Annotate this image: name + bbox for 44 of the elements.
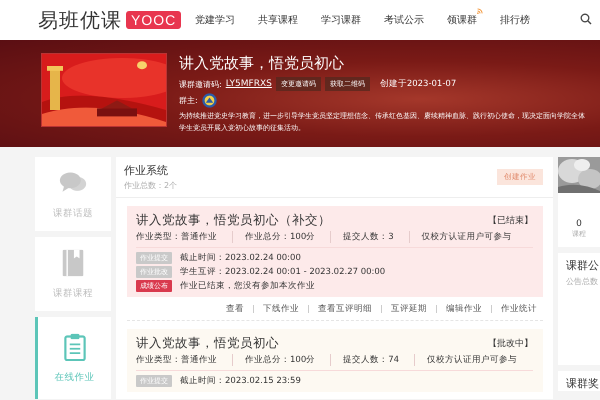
- assignment-meta: 仅校方认证用户可参与: [422, 231, 513, 243]
- nav-link[interactable]: 排行榜: [500, 13, 530, 27]
- action-link[interactable]: 作业统计: [501, 303, 537, 315]
- invite-code: LY5MFRXS: [226, 79, 272, 89]
- action-link[interactable]: 下线作业: [263, 303, 299, 315]
- assignment-meta: 作业总分：100分: [245, 231, 332, 243]
- action-link[interactable]: 互评延期: [391, 303, 427, 315]
- search-icon[interactable]: [580, 13, 592, 25]
- owner-label: 群主:: [179, 95, 198, 106]
- section-title: 课群公: [565, 258, 600, 273]
- action-link[interactable]: 查看: [226, 303, 244, 315]
- action-link[interactable]: 编辑作业: [446, 303, 482, 315]
- assignment-status: 【批改中】: [488, 338, 533, 350]
- notice-count: 公告总数: [565, 276, 599, 287]
- step-text: 截止时间：2023.02.15 23:59: [180, 375, 301, 387]
- panel-title: 作业系统: [124, 163, 169, 178]
- assignment-count: 作业总数：2个: [124, 180, 178, 191]
- created-date: 创建于2023-01-07: [380, 78, 456, 90]
- assignment-meta: 作业类型：普通作业: [136, 231, 233, 243]
- assignment-status: 【已结束】: [488, 214, 533, 227]
- logo-badge[interactable]: YOOC: [126, 11, 182, 29]
- course-title: 讲入党故事，悟党员初心: [179, 54, 345, 73]
- nav-link[interactable]: 考试公示: [384, 13, 424, 27]
- assignment-title[interactable]: 讲入党故事，悟党员初心（补交）: [136, 212, 331, 229]
- action-link[interactable]: 查看互评明细: [318, 303, 372, 315]
- invite-label: 课群邀请码:: [179, 78, 222, 90]
- nav-link[interactable]: 共享课程: [258, 13, 298, 27]
- step-text: 学生互评：2023.02.24 00:01 - 2023.02.27 00:00: [180, 266, 386, 278]
- logo-text[interactable]: 易班优课: [38, 6, 122, 34]
- assignment-meta: 仅校方认证用户可参与: [427, 354, 518, 366]
- assignment-meta: 提交人数：3: [343, 231, 410, 243]
- nav-link[interactable]: 领课群: [447, 13, 478, 27]
- assignment-meta: 作业总分：100分: [245, 354, 332, 366]
- nav-link[interactable]: 学习课群: [321, 13, 362, 27]
- assignment-meta: 作业类型：普通作业: [136, 354, 233, 366]
- signal-icon: [477, 8, 484, 14]
- avatar-icon[interactable]: [202, 93, 217, 108]
- section-title: 课群奖: [565, 376, 600, 391]
- assignment-title[interactable]: 讲入党故事，悟党员初心: [136, 335, 279, 352]
- stat-value: 0: [575, 219, 583, 229]
- assignment-meta: 提交人数：74: [343, 354, 416, 366]
- nav-link[interactable]: 党建学习: [195, 13, 236, 27]
- step-text: 截止时间：2023.02.24 00:00: [180, 252, 301, 264]
- step-text: 作业已结束，您没有参加本次作业: [180, 280, 315, 292]
